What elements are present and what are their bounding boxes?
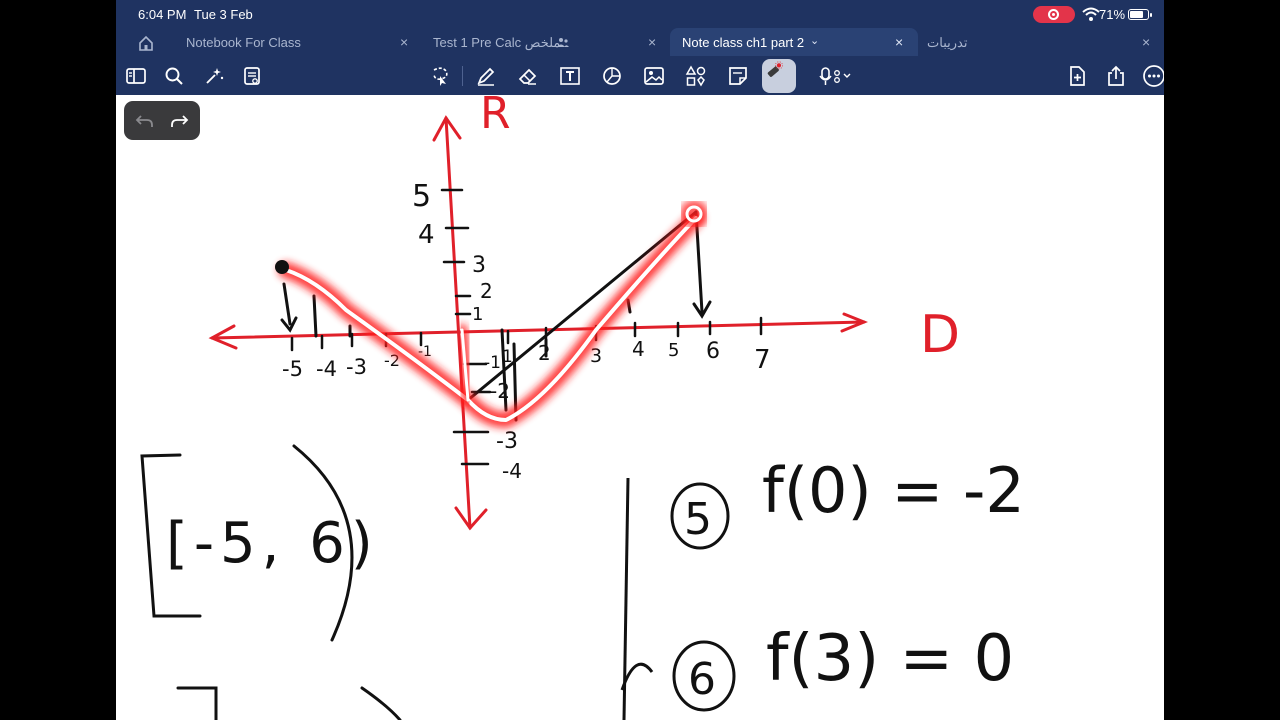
y-tick-label: -3 — [496, 429, 518, 454]
x-tick-label: 7 — [754, 345, 771, 375]
toolbar — [116, 56, 1164, 95]
sidebar-icon[interactable] — [124, 64, 148, 88]
close-icon[interactable]: × — [1142, 34, 1150, 50]
y-tick-label: 5 — [412, 179, 431, 214]
x-tick-label: 4 — [632, 337, 645, 361]
image-icon[interactable] — [642, 64, 666, 88]
clock: 6:04 PM — [138, 7, 187, 22]
note-item: 6 f(3) = 0 — [672, 622, 1014, 712]
tab-exercises[interactable]: تدريبات × — [922, 28, 1162, 56]
elements-icon[interactable] — [684, 64, 708, 88]
screen-recording-icon[interactable] — [1033, 6, 1075, 23]
battery-icon — [1128, 9, 1152, 20]
tab-notebook-for-class[interactable]: Notebook For Class × — [168, 28, 414, 56]
add-page-icon[interactable] — [1065, 64, 1089, 88]
sparkle-icon[interactable] — [202, 64, 226, 88]
microphone-icon[interactable] — [818, 64, 858, 88]
y-tick-label: -4 — [502, 459, 522, 483]
app-header: 6:04 PM Tue 3 Feb 71% Notebook For Class… — [116, 0, 1164, 95]
close-icon[interactable]: × — [400, 34, 408, 50]
document-icon[interactable] — [240, 64, 264, 88]
domain-interval — [140, 444, 402, 720]
x-tick-label: 5 — [668, 340, 679, 361]
tab-bar: Notebook For Class × Test 1 Pre Calc ملخ… — [116, 28, 1164, 56]
x-axis-label: D — [920, 305, 960, 365]
x-tick-label: 2 — [538, 341, 551, 365]
x-tick-label: 6 — [706, 339, 720, 364]
close-icon[interactable]: × — [895, 34, 903, 50]
laser-pointer-icon[interactable] — [762, 59, 796, 93]
y-tick-label: 4 — [418, 220, 435, 250]
y-axis-arrow-bottom — [454, 506, 488, 531]
tab-label: Notebook For Class — [186, 35, 301, 50]
note-item: 5 f(0) = -2 — [670, 454, 1025, 550]
sticker-icon[interactable] — [726, 64, 750, 88]
shared-icon — [557, 38, 569, 47]
x-tick-label: -4 — [316, 357, 337, 381]
text-box-icon[interactable] — [558, 64, 582, 88]
notes-divider — [620, 477, 654, 720]
date: Tue 3 Feb — [194, 7, 253, 22]
toolbar-divider — [462, 66, 463, 86]
y-tick-label: 1 — [472, 304, 483, 325]
tab-label: Note class ch1 part 2 — [682, 35, 805, 50]
note-canvas[interactable]: 5 4 3 2 1 -1 -2 -3 -4 -5 -4 -3 -2 -1 1 2… — [116, 95, 1164, 720]
pen-icon[interactable] — [474, 64, 498, 88]
domain-text: [-5, 6) — [166, 511, 379, 576]
note-text: f(0) = -2 — [762, 454, 1025, 527]
y-axis-label: R — [480, 95, 511, 139]
note-text: f(3) = 0 — [766, 622, 1014, 696]
battery-percent: 71% — [1099, 7, 1126, 22]
search-icon[interactable] — [162, 64, 186, 88]
close-icon[interactable]: × — [648, 34, 656, 50]
note-number: 5 — [684, 494, 712, 545]
ipad-screen: 6:04 PM Tue 3 Feb 71% Notebook For Class… — [116, 0, 1164, 720]
share-icon[interactable] — [1104, 64, 1128, 88]
note-number: 6 — [688, 654, 716, 705]
eraser-icon[interactable] — [516, 64, 540, 88]
home-icon[interactable] — [134, 34, 158, 52]
y-tick-label: 2 — [480, 279, 493, 303]
tab-note-class-ch1-part-2[interactable]: Note class ch1 part 2 ⌄ × — [670, 28, 918, 56]
x-axis — [210, 320, 866, 340]
tab-label: Test 1 Pre Calc ملخص — [433, 35, 561, 50]
more-icon[interactable] — [1142, 64, 1164, 88]
tab-test-1-pre-calc[interactable]: Test 1 Pre Calc ملخص × — [416, 28, 664, 56]
closed-endpoint — [275, 260, 289, 274]
lasso-icon[interactable] — [428, 64, 452, 88]
chevron-down-icon[interactable]: ⌄ — [810, 34, 819, 47]
status-bar: 6:04 PM Tue 3 Feb 71% — [116, 0, 1164, 28]
y-axis — [444, 116, 472, 530]
tab-label: تدريبات — [927, 35, 968, 50]
x-tick-label: -5 — [282, 357, 303, 381]
x-tick-label: -3 — [346, 355, 367, 379]
y-tick-label: 3 — [472, 253, 486, 278]
shapes-icon[interactable] — [600, 64, 624, 88]
wifi-icon — [1082, 7, 1100, 21]
y-tick-label: -1 — [484, 353, 501, 373]
